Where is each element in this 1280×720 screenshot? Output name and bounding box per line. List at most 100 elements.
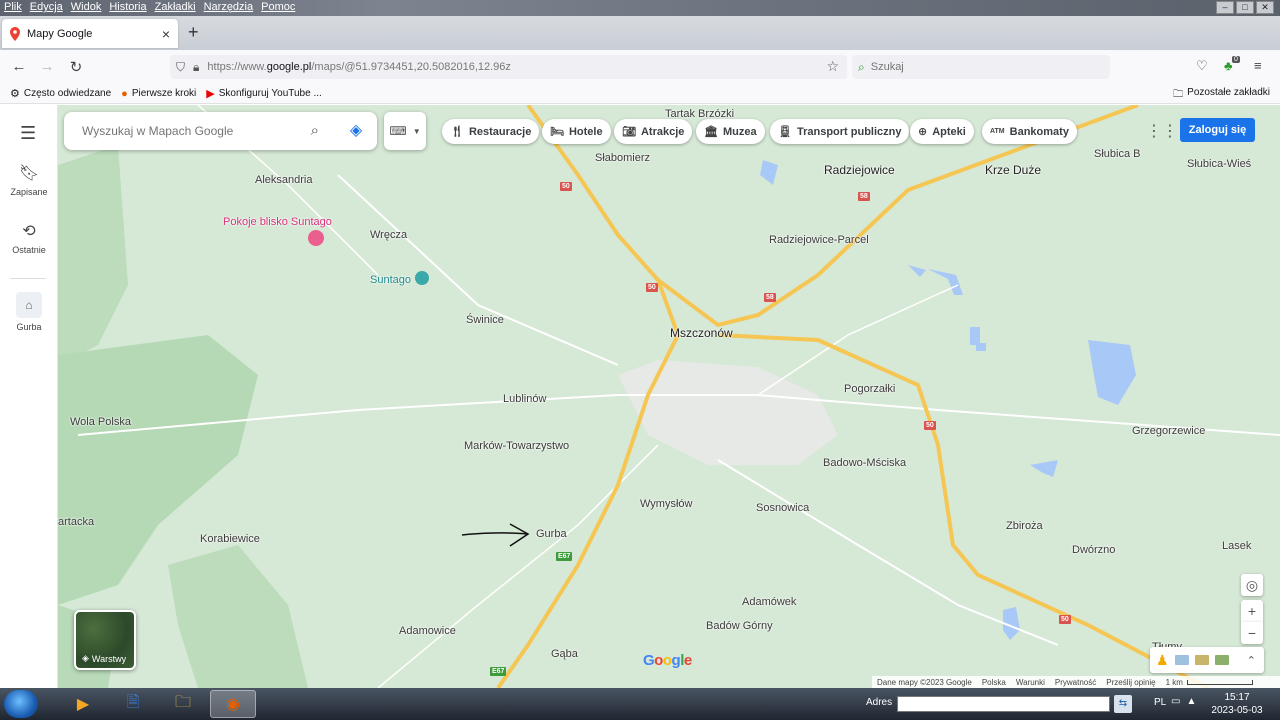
folder-icon[interactable]: 🗀 — [160, 690, 206, 718]
bookmark-star-icon[interactable]: ☆ — [826, 58, 839, 75]
place-label[interactable]: artacka — [58, 516, 94, 528]
minimize-icon[interactable]: – — [1216, 1, 1234, 14]
document-icon[interactable]: 🗎 — [110, 690, 156, 718]
chip-restauracje[interactable]: 🍴︎ Restauracje — [442, 119, 540, 144]
place-label[interactable]: Pokoje blisko Suntago — [223, 216, 332, 228]
back-icon[interactable]: ← — [9, 58, 29, 75]
forward-icon[interactable]: → — [37, 58, 57, 75]
maps-search-box[interactable]: ⌕ ◈ — [64, 112, 377, 150]
place-label[interactable]: Korabiewice — [200, 533, 260, 545]
place-label[interactable]: Gąba — [551, 648, 578, 660]
search-icon[interactable]: ⌕ — [311, 122, 319, 139]
place-label[interactable]: Radziejowice-Parcel — [769, 234, 869, 246]
place-label[interactable]: Aleksandria — [255, 174, 312, 186]
place-label[interactable]: Marków-Towarzystwo — [464, 440, 569, 452]
place-label[interactable]: Wymysłów — [640, 498, 692, 510]
link-polska[interactable]: Polska — [982, 678, 1006, 687]
chip-atrakcje[interactable]: 📷︎ Atrakcje — [614, 119, 693, 144]
close-icon[interactable]: ✕ — [1256, 1, 1274, 14]
zoom-out-button[interactable]: − — [1241, 622, 1263, 644]
menu-icon[interactable]: ≡ — [1254, 58, 1262, 73]
media-player-icon[interactable]: ▶ — [60, 690, 106, 718]
go-icon[interactable]: ⇆ — [1114, 695, 1132, 713]
chip-muzea[interactable]: 🏛︎ Muzea — [696, 119, 765, 144]
lock-icon[interactable]: 🔒︎ — [193, 60, 199, 75]
place-label[interactable]: Zbiroża — [1006, 520, 1043, 532]
chip-hotele[interactable]: 🛏︎ Hotele — [542, 119, 611, 144]
sidebar-item-recent[interactable]: ⟲ Ostatnie — [0, 221, 58, 255]
link-feedback[interactable]: Prześlij opinię — [1106, 678, 1155, 687]
reload-icon[interactable]: ↻ — [66, 58, 86, 76]
tab-close-icon[interactable]: × — [162, 26, 170, 42]
place-label[interactable]: Świnice — [466, 314, 504, 326]
other-bookmarks[interactable]: 🗀 Pozostałe zakładki — [1173, 87, 1270, 104]
directions-icon[interactable]: ◈ — [345, 120, 367, 142]
url-text[interactable]: https://www.google.pl/maps/@51.9734451,2… — [207, 61, 511, 73]
menu-narzedzia[interactable]: Narzędzia — [204, 1, 254, 13]
link-terms[interactable]: Warunki — [1016, 678, 1045, 687]
place-label[interactable]: Sosnowica — [756, 502, 809, 514]
bookmark-youtube[interactable]: ▶ Skonfiguruj YouTube ... — [206, 87, 322, 100]
menu-historia[interactable]: Historia — [109, 1, 146, 13]
street-view-and-imagery-panel[interactable]: ♟ ⌃ — [1150, 647, 1264, 673]
place-label[interactable]: Wola Polska — [70, 416, 131, 428]
menu-plik[interactable]: Plik — [4, 1, 22, 13]
tab-mapy-google[interactable]: Mapy Google × — [2, 19, 178, 48]
start-button[interactable] — [4, 690, 38, 718]
bookmark-czesto-odwiedzane[interactable]: ⚙ Często odwiedzane — [10, 87, 111, 100]
place-label[interactable]: Słubica B — [1094, 148, 1140, 160]
place-label[interactable]: Gurba — [536, 528, 567, 540]
maximize-icon[interactable]: □ — [1236, 1, 1254, 14]
place-label[interactable]: Adamowice — [399, 625, 456, 637]
bookmark-pierwsze-kroki[interactable]: ● Pierwsze kroki — [121, 88, 196, 100]
zoom-in-button[interactable]: + — [1241, 600, 1263, 622]
menu-pomoc[interactable]: Pomoc — [261, 1, 295, 13]
imagery-tile[interactable] — [1214, 655, 1229, 665]
link-privacy[interactable]: Prywatność — [1055, 678, 1096, 687]
layers-button[interactable]: ◈ Warstwy — [74, 610, 136, 670]
place-label[interactable]: Radziejowice — [824, 163, 895, 177]
imagery-tile[interactable] — [1194, 655, 1209, 665]
url-bar[interactable]: ⛉ 🔒︎ https://www.google.pl/maps/@51.9734… — [170, 55, 847, 79]
place-label[interactable]: Grzegorzewice — [1132, 425, 1205, 437]
hamburger-menu-icon[interactable]: ☰ — [20, 123, 36, 144]
place-label[interactable]: Słubica-Wieś — [1187, 158, 1251, 170]
chip-bankomaty[interactable]: ATM Bankomaty — [982, 119, 1077, 144]
pocket-icon[interactable]: ♡ — [1196, 58, 1208, 74]
place-label[interactable]: Badowo-Mściska — [823, 457, 906, 469]
input-tools-button[interactable]: ⌨ ▼ — [384, 112, 426, 150]
address-input[interactable] — [897, 696, 1110, 712]
place-label[interactable]: Suntago — [370, 274, 411, 286]
place-label[interactable]: Badów Górny — [706, 620, 773, 632]
place-label[interactable]: Adamówek — [742, 596, 796, 608]
search-bar[interactable]: ⌕ — [852, 55, 1110, 79]
search-input[interactable] — [870, 61, 1091, 73]
tray-expand-icon[interactable]: ▲ — [1186, 696, 1196, 707]
chip-apteki[interactable]: ⊕ Apteki — [910, 119, 974, 144]
sidebar-item-saved[interactable]: 🔖︎ Zapisane — [0, 163, 58, 197]
pegman-icon[interactable]: ♟ — [1156, 652, 1169, 669]
imagery-tile[interactable] — [1174, 655, 1189, 665]
menu-widok[interactable]: Widok — [71, 1, 102, 13]
place-label[interactable]: Słabomierz — [595, 152, 650, 164]
menu-zakladki[interactable]: Zakładki — [155, 1, 196, 13]
my-location-button[interactable]: ◎ — [1241, 574, 1263, 596]
firefox-taskbar-icon[interactable]: ◉ — [210, 690, 256, 718]
place-label[interactable]: Krze Duże — [985, 163, 1041, 177]
network-icon[interactable]: ▭ — [1171, 696, 1180, 707]
language-indicator[interactable]: PL — [1154, 697, 1166, 708]
scale-bar[interactable] — [1186, 679, 1253, 685]
place-label[interactable]: Lublinów — [503, 393, 546, 405]
map-canvas[interactable]: Tartak Brzózki Słabomierz Radziejowice K… — [58, 105, 1280, 688]
expand-icon[interactable]: ⌃ — [1247, 654, 1256, 667]
new-tab-icon[interactable]: + — [188, 22, 199, 43]
chip-transport[interactable]: 🚆︎ Transport publiczny — [770, 119, 910, 144]
place-label[interactable]: Mszczonów — [670, 326, 733, 340]
menu-edycja[interactable]: Edycja — [30, 1, 63, 13]
scale-label[interactable]: 1 km — [1166, 678, 1183, 687]
place-label[interactable]: Lasek — [1222, 540, 1251, 552]
place-label[interactable]: Pogorzałki — [844, 383, 895, 395]
place-label[interactable]: Dwórzno — [1072, 544, 1115, 556]
shield-icon[interactable]: ⛉ — [176, 60, 185, 75]
sign-in-button[interactable]: Zaloguj się — [1180, 118, 1255, 142]
